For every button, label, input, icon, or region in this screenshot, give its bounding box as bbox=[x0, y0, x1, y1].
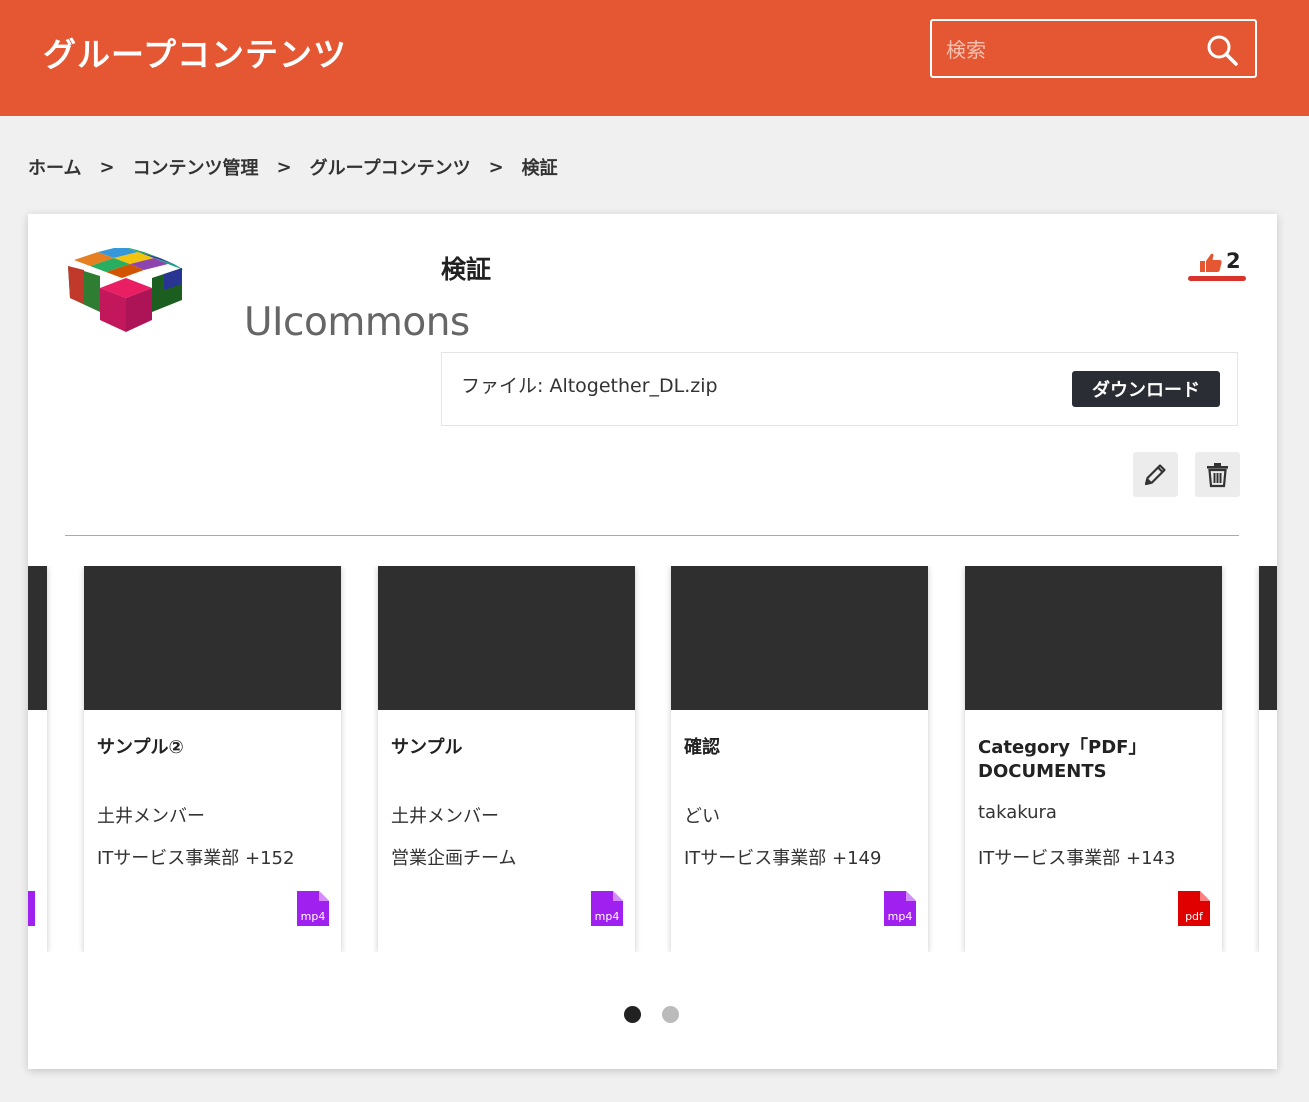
tile-thumbnail bbox=[671, 566, 928, 710]
file-type-label: mp4 bbox=[594, 910, 620, 923]
like-count: 2 bbox=[1226, 249, 1241, 273]
pencil-icon bbox=[1144, 464, 1166, 486]
cube-logo-icon bbox=[68, 246, 184, 332]
file-type-label: mp4 bbox=[300, 910, 326, 923]
breadcrumb: ホーム > コンテンツ管理 > グループコンテンツ > 検証 bbox=[28, 154, 558, 180]
thumbs-up-icon bbox=[1200, 253, 1222, 272]
breadcrumb-current: 検証 bbox=[521, 158, 558, 179]
tile-author: 土井メンバー bbox=[97, 806, 205, 827]
tile-title: サンプル② bbox=[97, 737, 184, 758]
mp4-file-icon: mp4 bbox=[884, 891, 916, 926]
breadcrumb-group-content[interactable]: グループコンテンツ bbox=[310, 154, 471, 180]
content-tile[interactable]: サンプル② 土井メンバー ITサービス事業部 +152 mp4 bbox=[84, 566, 341, 952]
breadcrumb-separator: > bbox=[488, 156, 504, 178]
delete-button[interactable] bbox=[1195, 452, 1240, 497]
tile-thumbnail bbox=[965, 566, 1222, 710]
search-icon[interactable] bbox=[1205, 33, 1239, 67]
content-title: 検証 bbox=[441, 255, 492, 284]
tile-group: ITサービス事業部 +143 bbox=[978, 848, 1176, 869]
carousel-pagination bbox=[624, 1006, 684, 1024]
search-box[interactable] bbox=[930, 19, 1257, 78]
file-type-icon bbox=[28, 891, 35, 926]
breadcrumb-home[interactable]: ホーム bbox=[28, 154, 81, 180]
tile-thumbnail bbox=[378, 566, 635, 710]
content-tile[interactable]: サンプル 土井メンバー 営業企画チーム mp4 bbox=[378, 566, 635, 952]
breadcrumb-content-management[interactable]: コンテンツ管理 bbox=[133, 154, 259, 180]
mp4-file-icon: mp4 bbox=[591, 891, 623, 926]
tile-thumbnail bbox=[28, 566, 47, 710]
carousel-dot-active[interactable] bbox=[624, 1006, 641, 1023]
trash-icon bbox=[1207, 463, 1228, 488]
content-tile[interactable]: Category「PDF」DOCUMENTS takakura ITサービス事業… bbox=[965, 566, 1222, 952]
search-input[interactable] bbox=[944, 34, 1198, 66]
related-content-carousel[interactable]: サンプル② 土井メンバー ITサービス事業部 +152 mp4 サンプル 土井メ… bbox=[28, 566, 1277, 952]
tile-thumbnail bbox=[1259, 566, 1277, 710]
content-tile-partial[interactable] bbox=[28, 566, 47, 952]
content-tile-partial[interactable] bbox=[1259, 566, 1277, 952]
tile-title: サンプル bbox=[391, 737, 463, 758]
tile-author: takakura bbox=[978, 802, 1057, 823]
app-header: グループコンテンツ bbox=[0, 0, 1309, 116]
download-button[interactable]: ダウンロード bbox=[1072, 371, 1220, 407]
file-attachment-box: ファイル: Altogether_DL.zip ダウンロード bbox=[441, 352, 1238, 426]
tile-group: 営業企画チーム bbox=[391, 848, 517, 869]
file-name-label: ファイル: Altogether_DL.zip bbox=[461, 375, 718, 397]
page-title: グループコンテンツ bbox=[43, 35, 348, 74]
tile-title: 確認 bbox=[684, 737, 720, 758]
edit-button[interactable] bbox=[1133, 452, 1178, 497]
mp4-file-icon: mp4 bbox=[297, 891, 329, 926]
content-tile[interactable]: 確認 どい ITサービス事業部 +149 mp4 bbox=[671, 566, 928, 952]
tile-group: ITサービス事業部 +152 bbox=[97, 848, 295, 869]
divider bbox=[65, 535, 1239, 536]
like-button[interactable]: 2 bbox=[1188, 249, 1246, 281]
breadcrumb-separator: > bbox=[99, 156, 115, 178]
tile-title: Category「PDF」DOCUMENTS bbox=[978, 737, 1147, 782]
logo-text: UIcommons bbox=[244, 300, 470, 345]
tile-author: 土井メンバー bbox=[391, 806, 499, 827]
like-underline bbox=[1188, 276, 1246, 281]
tile-author: どい bbox=[684, 806, 720, 827]
file-type-label: pdf bbox=[1185, 910, 1203, 923]
breadcrumb-separator: > bbox=[276, 156, 292, 178]
file-type-label: mp4 bbox=[887, 910, 913, 923]
tile-group: ITサービス事業部 +149 bbox=[684, 848, 882, 869]
pdf-file-icon: pdf bbox=[1178, 891, 1210, 926]
uicommons-logo: UIcommons bbox=[64, 246, 470, 345]
content-card: UIcommons 検証 2 ファイル: Altogether_DL.zip ダ… bbox=[28, 214, 1277, 1069]
carousel-dot[interactable] bbox=[662, 1006, 679, 1023]
tile-thumbnail bbox=[84, 566, 341, 710]
